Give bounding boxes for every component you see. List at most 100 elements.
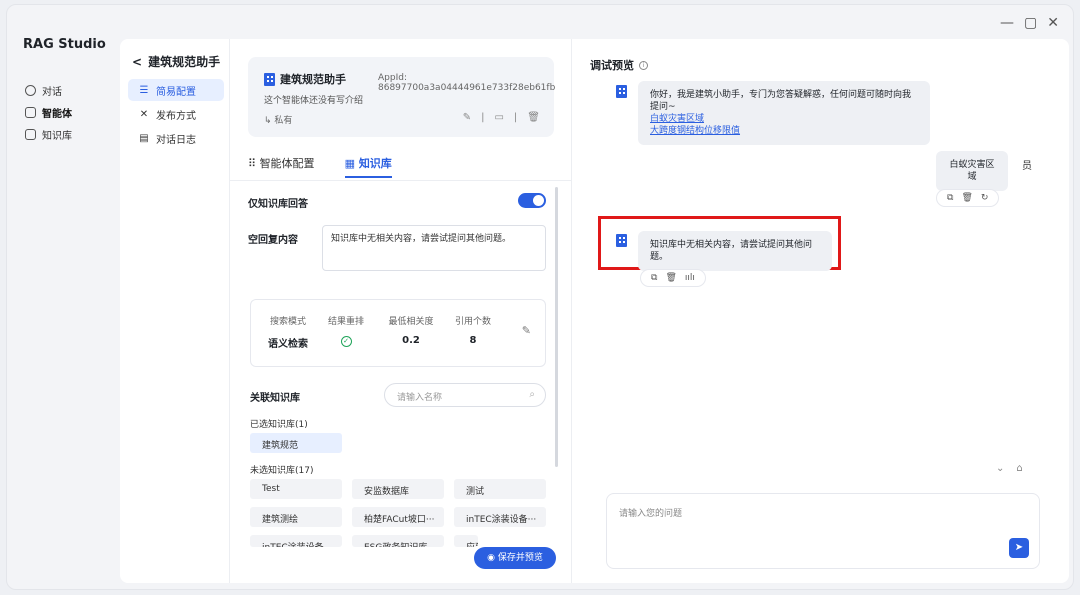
agent-subnav: < 建筑规范助手 ☰ 简易配置 ✕ 发布方式 ▤ 对话日志 [120,39,230,583]
scroll-down-icon[interactable]: ⌄ [996,463,1004,474]
tab-knowledge-base[interactable]: ▦ 知识库 [344,155,393,178]
kb-chip[interactable]: 应到数据库 [454,535,478,547]
lock-icon: ↳ [264,116,272,126]
publish-icon: ✕ [139,108,149,120]
config-panel: 建筑规范助手 AppId: 86897700a3a04444961e733f28… [230,39,572,583]
back-icon[interactable]: < [132,55,142,69]
question-input[interactable]: 请输入您的问题 ➤ [606,493,1040,569]
appnav-item-chat[interactable]: 对话 [25,83,62,98]
selected-kb-label: 已选知识库(1) [250,420,308,430]
bot-reply-bubble: 知识库中无相关内容，请尝试提问其他问题。 [638,231,832,271]
appnav-item-kb[interactable]: 知识库 [25,127,72,142]
suggestion-link[interactable]: 大跨度钢结构位移限值 [650,125,918,137]
min-relevance: 最低相关度 0.2 [385,314,437,346]
input-placeholder: 请输入您的问题 [619,509,683,519]
kb-chip[interactable]: inTEC涂装设备 [250,535,342,547]
config-scrollbar[interactable] [555,187,558,467]
comment-icon[interactable]: ▭ [494,112,503,123]
save-preview-button[interactable]: ◉ 保存并预览 [474,547,556,569]
kb-chip[interactable]: 柏楚FACut坡口··· [352,507,444,527]
kb-only-toggle[interactable] [518,193,546,208]
citation-value: 8 [469,335,477,346]
appnav-item-agent[interactable]: 智能体 [25,105,72,120]
kb-chip[interactable]: 安监数据库 [352,479,444,499]
agent-description: 这个智能体还没有写介绍 [264,96,364,106]
agent-appid: AppId: 86897700a3a04444961e733f28eb61fb [378,73,556,93]
user-message-actions: ⧉ 🗑 ↻ [936,189,1000,207]
empty-reply-label: 空回复内容 [248,235,298,246]
search-mode-value: 语义检索 [268,339,308,350]
search-mode-key: 搜索模式 [269,317,306,327]
preview-title-text: 调试预览 [590,59,634,72]
back-title[interactable]: < 建筑规范助手 [132,53,220,70]
min-relevance-key: 最低相关度 [388,317,434,327]
kb-chip[interactable]: inTEC涂装设备··· [454,507,546,527]
trash-icon[interactable]: 🗑 [527,112,540,123]
refresh-icon[interactable]: ↻ [981,193,989,203]
kb-search-placeholder: 请输入名称 [397,393,443,403]
subnav-label: 简易配置 [156,86,196,98]
appnav-label: 智能体 [42,109,72,120]
app-name: RAG Studio [23,37,106,52]
subnav-item-publish[interactable]: ✕ 发布方式 [128,103,224,125]
linked-kb-label: 关联知识库 [250,393,300,404]
sliders-icon: ☰ [139,84,149,96]
agent-name-text: 建筑规范助手 [280,73,346,86]
copy-icon[interactable]: ⧉ [947,193,953,203]
audio-icon[interactable]: ıılı [685,273,695,283]
kb-chip[interactable]: 建筑测绘 [250,507,342,527]
agent-info-card: 建筑规范助手 AppId: 86897700a3a04444961e733f28… [248,57,556,137]
tab-divider [230,180,571,181]
rerank: 结果重排 ✓ [323,314,369,347]
search-icon: ⌕ [529,389,535,400]
rerank-key: 结果重排 [327,317,364,327]
main-card: < 建筑规范助手 ☰ 简易配置 ✕ 发布方式 ▤ 对话日志 建筑规范助手 App… [120,39,1069,583]
divider: | [513,112,518,123]
input-tools: ⌄ ⌂ [996,463,1023,474]
edit-search-icon[interactable]: ✎ [522,324,531,337]
selected-kb-chip[interactable]: 建筑规范 [250,433,342,453]
kb-chip[interactable]: Test [250,479,342,499]
search-mode: 搜索模式 语义检索 [263,314,313,350]
copy-icon[interactable]: ⧉ [651,273,657,283]
greeting-text: 你好，我是建筑小助手，专门为您答疑解惑，任何问题可随时向我提问~ [650,90,912,112]
subnav-item-logs[interactable]: ▤ 对话日志 [128,127,224,149]
greeting-bubble: 你好，我是建筑小助手，专门为您答疑解惑，任何问题可随时向我提问~ 白蚁灾害区域 … [638,81,930,145]
bot-avatar-icon [616,234,627,247]
clear-icon[interactable]: ⌂ [1016,463,1022,474]
minimize-button[interactable]: — [1000,15,1014,31]
tab-label: 知识库 [358,157,392,170]
trash-icon[interactable]: 🗑 [961,193,972,203]
bot-avatar-icon [616,85,627,98]
kb-only-label: 仅知识库回答 [248,199,308,210]
citation-count: 引用个数 8 [451,314,495,346]
agent-visibility: ↳ 私有 [264,113,292,126]
kb-search-input[interactable]: 请输入名称 ⌕ [384,383,546,407]
user-message-bubble: 白蚁灾害区域 [936,151,1008,191]
subnav-label: 发布方式 [156,110,196,122]
preview-panel: 调试预览 i 你好，我是建筑小助手，专门为您答疑解惑，任何问题可随时向我提问~ … [572,39,1069,583]
empty-reply-textarea[interactable]: 知识库中无相关内容，请尝试提问其他问题。 [322,225,546,271]
search-settings-box: 搜索模式 语义检索 结果重排 ✓ 最低相关度 0.2 引用个数 8 ✎ [250,299,546,367]
kb-chip[interactable]: ESG政务知识库 [352,535,444,547]
unselected-kb-label: 未选知识库(17) [250,466,314,476]
trash-icon[interactable]: 🗑 [665,273,676,283]
grid-icon: ⠿ [248,157,257,170]
app-sidebar: RAG Studio 对话 智能体 知识库 [7,5,119,589]
tab-agent-config[interactable]: ⠿ 智能体配置 [248,155,315,178]
user-avatar: 员 [1022,161,1032,172]
close-button[interactable]: ✕ [1047,15,1059,31]
tab-label: 智能体配置 [259,157,315,170]
appnav-label: 知识库 [42,131,72,142]
send-button[interactable]: ➤ [1009,538,1029,558]
book-icon [25,129,36,140]
subnav-label: 对话日志 [156,134,196,146]
appnav-label: 对话 [42,87,62,98]
suggestion-link[interactable]: 白蚁灾害区域 [650,113,918,125]
maximize-button[interactable]: ▢ [1024,15,1037,31]
agent-title: 建筑规范助手 [148,55,221,69]
subnav-item-simple-config[interactable]: ☰ 简易配置 [128,79,224,101]
edit-icon[interactable]: ✎ [463,112,471,123]
kb-chip[interactable]: 测试 [454,479,546,499]
agent-card-actions: ✎ | ▭ | 🗑 [463,112,540,123]
